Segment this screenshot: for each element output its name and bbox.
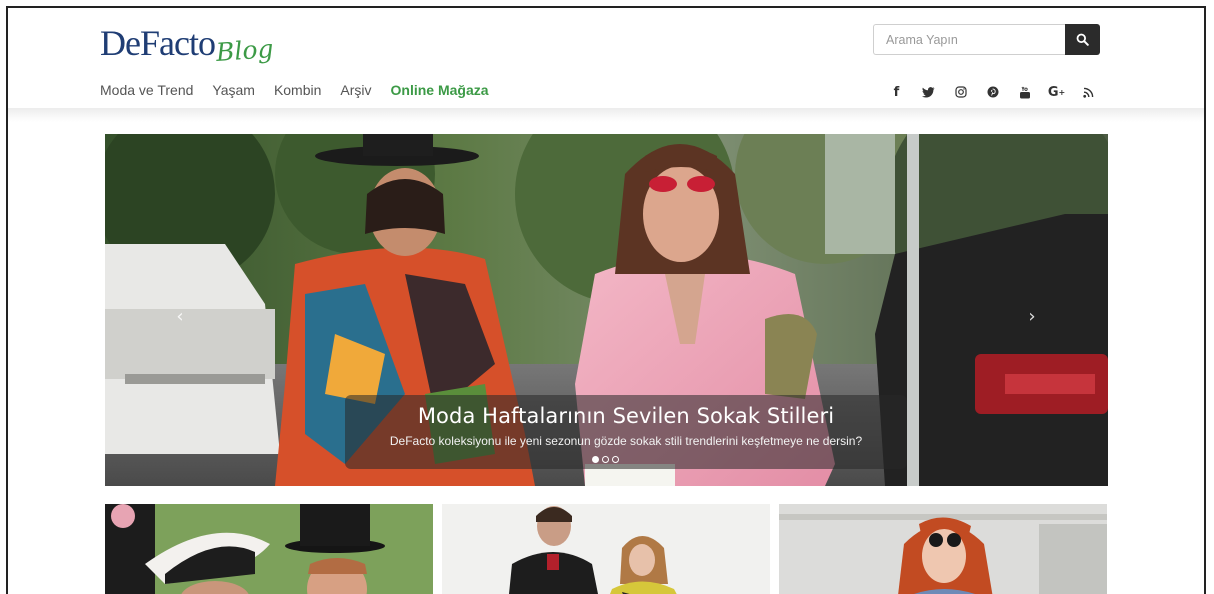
search-button[interactable] bbox=[1065, 24, 1100, 55]
search-input[interactable] bbox=[873, 24, 1065, 55]
search-icon bbox=[1076, 33, 1089, 46]
youtube-icon[interactable] bbox=[1014, 82, 1035, 102]
pinterest-icon[interactable] bbox=[982, 82, 1003, 102]
google-plus-icon[interactable]: G + bbox=[1046, 82, 1067, 102]
facebook-icon[interactable]: f bbox=[886, 82, 907, 102]
slide-caption[interactable]: Moda Haftalarının Sevilen Sokak Stilleri… bbox=[345, 395, 907, 469]
featured-posts bbox=[105, 504, 1107, 594]
slider-dot-2[interactable] bbox=[602, 456, 609, 463]
post-card[interactable] bbox=[442, 504, 770, 594]
slider-indicators bbox=[592, 456, 619, 463]
chevron-right-icon: › bbox=[1028, 305, 1036, 327]
hero-slider[interactable]: ‹ › Moda Haftalarının Sevilen Sokak Stil… bbox=[105, 134, 1108, 486]
site-logo[interactable]: DeFacto Blog bbox=[100, 22, 275, 68]
slider-dot-1[interactable] bbox=[592, 456, 599, 463]
header-divider bbox=[8, 108, 1204, 122]
slider-next-button[interactable]: › bbox=[1023, 304, 1041, 328]
social-links: f G + bbox=[886, 82, 1099, 102]
slide-title[interactable]: Moda Haftalarının Sevilen Sokak Stilleri bbox=[345, 404, 907, 428]
slider-prev-button[interactable]: ‹ bbox=[171, 304, 189, 328]
nav-item-kombin[interactable]: Kombin bbox=[274, 82, 321, 98]
card-image-royals-hats bbox=[105, 504, 433, 594]
nav-item-yasam[interactable]: Yaşam bbox=[212, 82, 255, 98]
site-header: DeFacto Blog Moda ve Trend Yaşam Kombin … bbox=[8, 8, 1204, 108]
card-image-redhead-street bbox=[779, 504, 1107, 594]
nav-item-moda-ve-trend[interactable]: Moda ve Trend bbox=[100, 82, 193, 98]
logo-script: Blog bbox=[215, 34, 275, 67]
browser-frame: DeFacto Blog Moda ve Trend Yaşam Kombin … bbox=[6, 6, 1206, 594]
nav-item-online-magaza[interactable]: Online Mağaza bbox=[391, 82, 489, 98]
slide-subtitle: DeFacto koleksiyonu ile yeni sezonun göz… bbox=[389, 434, 863, 448]
main-nav: Moda ve Trend Yaşam Kombin Arşiv Online … bbox=[100, 82, 489, 98]
rss-icon[interactable] bbox=[1078, 82, 1099, 102]
post-card[interactable] bbox=[779, 504, 1107, 594]
twitter-icon[interactable] bbox=[918, 82, 939, 102]
search-form bbox=[873, 24, 1100, 55]
logo-wordmark: DeFacto bbox=[100, 23, 216, 63]
slider-dot-3[interactable] bbox=[612, 456, 619, 463]
card-image-couple-studio bbox=[442, 504, 770, 594]
instagram-icon[interactable] bbox=[950, 82, 971, 102]
post-card[interactable] bbox=[105, 504, 433, 594]
nav-item-arsiv[interactable]: Arşiv bbox=[340, 82, 371, 98]
chevron-left-icon: ‹ bbox=[176, 305, 184, 327]
